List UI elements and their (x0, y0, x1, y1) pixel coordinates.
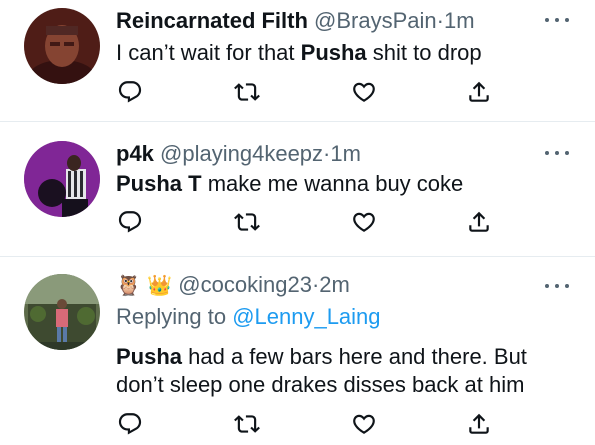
tweet-text-bold: Pusha T (116, 171, 202, 196)
reply-icon[interactable] (117, 79, 143, 105)
tweet-header: Reincarnated Filth @BraysPain·1m (116, 8, 475, 34)
timestamp[interactable]: 1m (444, 8, 475, 33)
more-options-icon[interactable] (543, 15, 571, 25)
tweet-text-line-2: don’t sleep one drakes disses back at hi… (116, 372, 525, 397)
tweet-text-bold: Pusha (116, 344, 183, 369)
more-options-icon[interactable] (543, 148, 571, 158)
tweet-text-part: I can’t wait for that (116, 40, 301, 65)
tweet-text: I can’t wait for that Pusha shit to drop (116, 38, 482, 68)
like-icon[interactable] (351, 79, 377, 105)
retweet-icon[interactable] (234, 79, 260, 105)
user-handle[interactable]: @cocoking23 (178, 272, 312, 297)
avatar[interactable] (24, 141, 100, 217)
separator-dot: · (436, 8, 444, 33)
like-icon[interactable] (351, 209, 377, 235)
tweet-text: Pusha had a few bars here and there. But (116, 342, 527, 372)
tweet-text-part: had a few bars here and there. But (182, 344, 527, 369)
display-name[interactable]: Reincarnated Filth (116, 8, 308, 33)
timestamp[interactable]: 2m (319, 272, 350, 297)
replying-to-mention[interactable]: @Lenny_Laing (232, 304, 380, 329)
tweet-header: 🦉 👑 @cocoking23·2m (116, 272, 350, 298)
reply-icon[interactable] (117, 411, 143, 437)
tweet-text-part: shit to drop (366, 40, 482, 65)
more-options-icon[interactable] (543, 281, 571, 291)
tweet-2[interactable]: p4k @playing4keepz·1m Pusha T make me wa… (0, 121, 595, 256)
share-icon[interactable] (466, 79, 492, 105)
replying-to: Replying to @Lenny_Laing (116, 304, 381, 330)
display-name-emoji[interactable]: 🦉 👑 (116, 273, 172, 297)
like-icon[interactable] (351, 411, 377, 437)
timestamp[interactable]: 1m (330, 141, 361, 166)
share-icon[interactable] (466, 411, 492, 437)
display-name[interactable]: p4k (116, 141, 154, 166)
user-handle[interactable]: @BraysPain (314, 8, 437, 33)
avatar[interactable] (24, 8, 100, 84)
tweet-text-bold: Pusha (300, 40, 367, 65)
tweet-text: Pusha T make me wanna buy coke (116, 169, 463, 199)
retweet-icon[interactable] (234, 209, 260, 235)
user-handle[interactable]: @playing4keepz (160, 141, 323, 166)
retweet-icon[interactable] (234, 411, 260, 437)
tweet-text-part: make me wanna buy coke (201, 171, 464, 196)
share-icon[interactable] (466, 209, 492, 235)
reply-icon[interactable] (117, 209, 143, 235)
tweet-header: p4k @playing4keepz·1m (116, 141, 361, 167)
avatar[interactable] (24, 274, 100, 350)
tweet-1[interactable]: Reincarnated Filth @BraysPain·1m I can’t… (0, 0, 595, 121)
tweet-3[interactable]: 🦉 👑 @cocoking23·2m Replying to @Lenny_La… (0, 256, 595, 445)
replying-prefix: Replying to (116, 304, 233, 329)
